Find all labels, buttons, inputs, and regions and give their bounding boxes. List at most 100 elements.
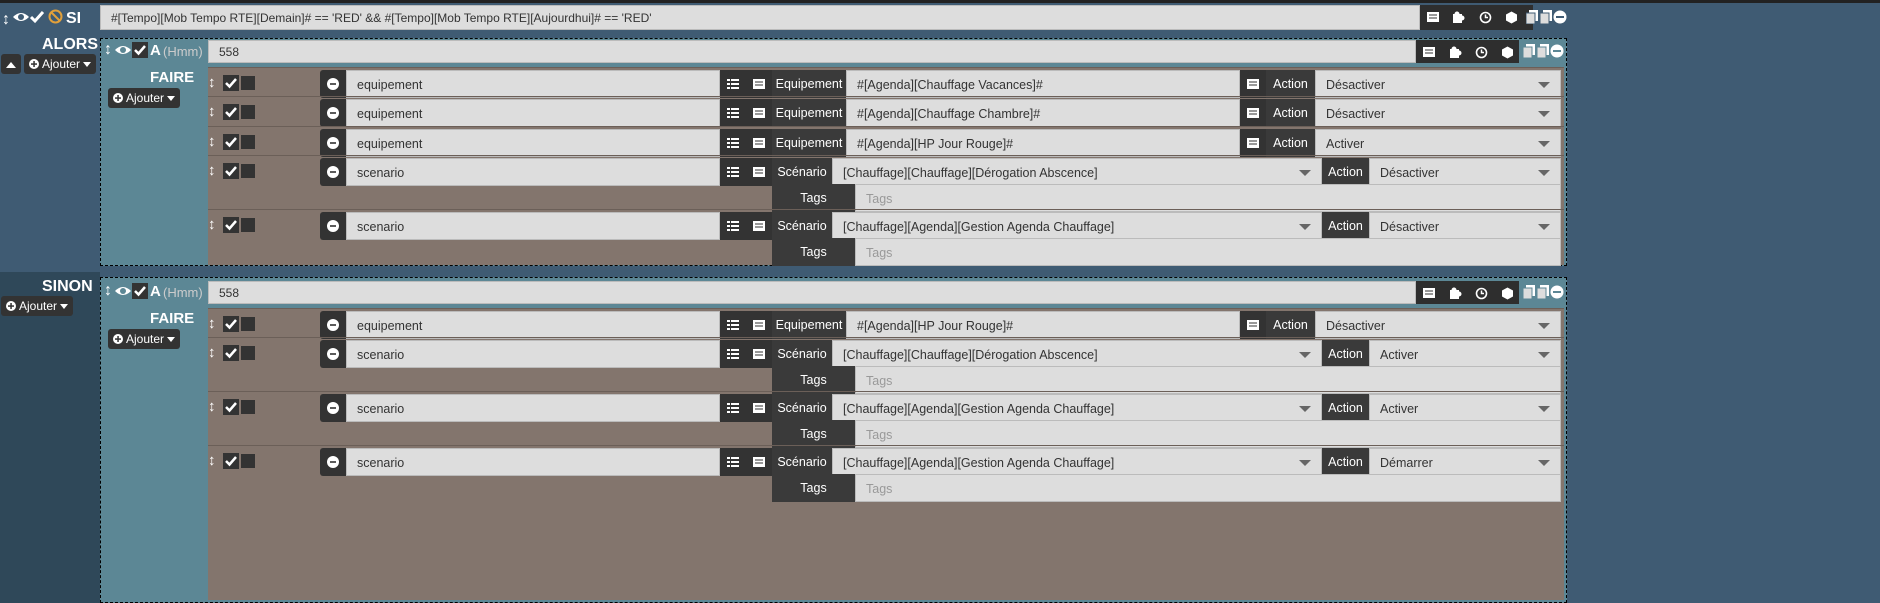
action-select[interactable]: Désactiver xyxy=(1315,311,1561,339)
select-cmd-button[interactable] xyxy=(1240,129,1266,157)
action-select[interactable]: Désactiver xyxy=(1315,99,1561,127)
checklist-icon[interactable] xyxy=(727,137,739,149)
tags-input[interactable]: Tags xyxy=(855,184,1561,212)
action-type-input[interactable]: equipement xyxy=(346,311,720,339)
remove-action-button[interactable] xyxy=(320,311,346,339)
checklist-icon[interactable] xyxy=(727,220,739,232)
remove-action-button[interactable] xyxy=(320,448,346,476)
paste-icon[interactable] xyxy=(1537,44,1549,58)
list-icon[interactable] xyxy=(753,107,765,119)
checklist-icon[interactable] xyxy=(727,78,739,90)
action-type-input[interactable]: scenario xyxy=(346,340,720,368)
select-cmd-button[interactable] xyxy=(1240,311,1266,339)
puzzle-icon[interactable] xyxy=(1452,11,1465,24)
disable-icon[interactable] xyxy=(48,9,63,24)
drag-handle-icon[interactable]: ↕ xyxy=(208,315,216,332)
tags-input[interactable]: Tags xyxy=(855,420,1561,448)
action-select[interactable]: Désactiver xyxy=(1315,70,1561,98)
enable-checkbox[interactable] xyxy=(223,134,239,150)
checklist-icon[interactable] xyxy=(727,107,739,119)
action-type-input[interactable]: scenario xyxy=(346,394,720,422)
remove-action-button[interactable] xyxy=(320,340,346,368)
action-select[interactable]: Activer xyxy=(1369,340,1561,368)
action-type-input[interactable]: scenario xyxy=(346,158,720,186)
enable-checkbox[interactable] xyxy=(223,316,239,332)
paste-icon[interactable] xyxy=(1537,285,1549,299)
option-checkbox[interactable] xyxy=(241,317,255,331)
drag-handle-icon[interactable]: ↕ xyxy=(208,216,216,233)
remove-action-button[interactable] xyxy=(320,70,346,98)
action-select[interactable]: Démarrer xyxy=(1369,448,1561,476)
remove-action-button[interactable] xyxy=(320,394,346,422)
remove-icon[interactable] xyxy=(1550,285,1564,299)
option-checkbox[interactable] xyxy=(241,164,255,178)
list-icon[interactable] xyxy=(753,166,765,178)
drag-handle-icon[interactable]: ↕ xyxy=(2,11,10,29)
list-icon[interactable] xyxy=(753,456,765,468)
remove-action-button[interactable] xyxy=(320,158,346,186)
list-icon[interactable] xyxy=(1423,287,1435,299)
cube-icon[interactable] xyxy=(1501,46,1514,59)
eye-icon[interactable] xyxy=(114,284,132,298)
history-icon[interactable] xyxy=(1475,46,1488,59)
drag-handle-icon[interactable]: ↕ xyxy=(208,344,216,361)
action-select[interactable]: Désactiver xyxy=(1369,212,1561,240)
enable-checkbox[interactable] xyxy=(223,163,239,179)
tags-input[interactable]: Tags xyxy=(855,474,1561,502)
equipement-target-input[interactable]: #[Agenda][HP Jour Rouge]# xyxy=(846,129,1240,157)
checklist-icon[interactable] xyxy=(727,402,739,414)
equipement-target-input[interactable]: #[Agenda][Chauffage Chambre]# xyxy=(846,99,1240,127)
action-type-input[interactable]: equipement xyxy=(346,70,720,98)
option-checkbox[interactable] xyxy=(241,135,255,149)
alors-ajouter-button[interactable]: Ajouter xyxy=(24,54,97,74)
faire-ajouter-button[interactable]: Ajouter xyxy=(108,88,181,108)
enable-checkbox[interactable] xyxy=(223,399,239,415)
drag-handle-icon[interactable]: ↕ xyxy=(208,452,216,469)
copy-icon[interactable] xyxy=(1526,10,1538,24)
enable-checkbox[interactable] xyxy=(132,283,148,299)
list-icon[interactable] xyxy=(1423,46,1435,58)
copy-icon[interactable] xyxy=(1523,44,1535,58)
option-checkbox[interactable] xyxy=(241,454,255,468)
enable-checkbox[interactable] xyxy=(223,75,239,91)
list-icon[interactable] xyxy=(753,137,765,149)
drag-handle-icon[interactable]: ↕ xyxy=(104,41,112,59)
option-checkbox[interactable] xyxy=(241,105,255,119)
list-icon[interactable] xyxy=(753,348,765,360)
eye-icon[interactable] xyxy=(12,10,30,24)
scenario-select[interactable]: [Chauffage][Agenda][Gestion Agenda Chauf… xyxy=(832,212,1322,240)
si-condition-input[interactable]: #[Tempo][Mob Tempo RTE][Demain]# == 'RED… xyxy=(100,5,1420,30)
scenario-select[interactable]: [Chauffage][Agenda][Gestion Agenda Chauf… xyxy=(832,448,1322,476)
select-cmd-button[interactable] xyxy=(1240,99,1266,127)
enable-checkbox[interactable] xyxy=(223,453,239,469)
list-icon[interactable] xyxy=(753,220,765,232)
remove-action-button[interactable] xyxy=(320,129,346,157)
paste-icon[interactable] xyxy=(1540,10,1552,24)
list-icon[interactable] xyxy=(753,319,765,331)
drag-handle-icon[interactable]: ↕ xyxy=(208,162,216,179)
remove-icon[interactable] xyxy=(1553,10,1567,24)
action-select[interactable]: Désactiver xyxy=(1369,158,1561,186)
eye-icon[interactable] xyxy=(114,43,132,57)
equipement-target-input[interactable]: #[Agenda][HP Jour Rouge]# xyxy=(846,311,1240,339)
remove-action-button[interactable] xyxy=(320,99,346,127)
option-checkbox[interactable] xyxy=(241,218,255,232)
checklist-icon[interactable] xyxy=(727,166,739,178)
option-checkbox[interactable] xyxy=(241,346,255,360)
remove-icon[interactable] xyxy=(1550,44,1564,58)
enable-checkbox[interactable] xyxy=(132,42,148,58)
checklist-icon[interactable] xyxy=(727,319,739,331)
enable-checkbox[interactable] xyxy=(223,104,239,120)
list-icon[interactable] xyxy=(1427,11,1439,23)
checklist-icon[interactable] xyxy=(727,456,739,468)
tags-input[interactable]: Tags xyxy=(855,366,1561,394)
option-checkbox[interactable] xyxy=(241,76,255,90)
scenario-select[interactable]: [Chauffage][Chauffage][Dérogation Abscen… xyxy=(832,340,1322,368)
option-checkbox[interactable] xyxy=(241,400,255,414)
time-input[interactable]: 558 xyxy=(208,40,1416,63)
scenario-select[interactable]: [Chauffage][Agenda][Gestion Agenda Chauf… xyxy=(832,394,1322,422)
time-input[interactable]: 558 xyxy=(208,281,1416,304)
equipement-target-input[interactable]: #[Agenda][Chauffage Vacances]# xyxy=(846,70,1240,98)
select-cmd-button[interactable] xyxy=(1240,70,1266,98)
action-type-input[interactable]: equipement xyxy=(346,99,720,127)
